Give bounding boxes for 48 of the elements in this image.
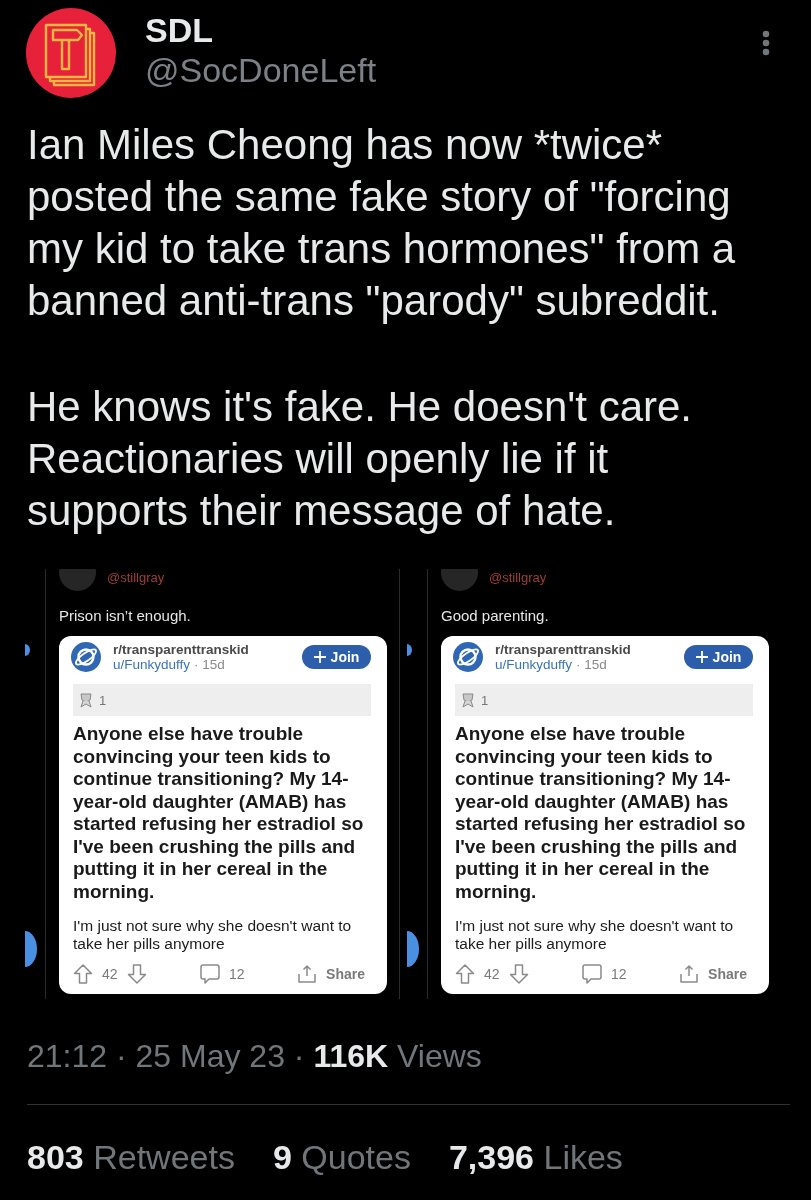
tweet-text: Ian Miles Cheong has now *twice* posted the same fake story of "forcing my kid to take trans hormones" from a banned anti-trans "parody" subreddit. bbox=[27, 120, 737, 326]
share-icon bbox=[680, 965, 699, 983]
stat-link[interactable]: 803 Retweets bbox=[27, 1137, 235, 1177]
share-button[interactable]: Share bbox=[298, 965, 365, 983]
comment-count: 12 bbox=[611, 966, 627, 982]
planet-icon bbox=[453, 642, 483, 672]
post-body: I'm just not sure why she doesn't want to take her pills anymore bbox=[455, 917, 735, 953]
post-age: · 15d bbox=[576, 657, 607, 672]
vote-count: 42 bbox=[484, 966, 500, 982]
author-handle[interactable]: @SocDoneLeft bbox=[145, 50, 377, 90]
post-body: I'm just not sure why she doesn't want to take her pills anymore bbox=[73, 917, 353, 953]
reply-text: Prison isn’t enough. bbox=[59, 606, 192, 626]
comment-count: 12 bbox=[229, 966, 245, 982]
post-title: Anyone else have trouble convincing your teen kids to continue transitioning? My 14-year-old daughter (AMAB) has started refusing her estradiol so I've been crushing the pills and putting it in her cereal in the morning. bbox=[73, 723, 365, 903]
downvote-icon[interactable] bbox=[126, 964, 147, 984]
award-count: 1 bbox=[481, 692, 489, 708]
share-button[interactable]: Share bbox=[680, 965, 747, 983]
more-icon[interactable] bbox=[762, 30, 770, 56]
stat-link[interactable]: 9 Quotes bbox=[272, 1137, 411, 1177]
post-username: u/Funkyduffy bbox=[495, 657, 573, 672]
subreddit-name: r/transparenttranskid bbox=[113, 642, 249, 657]
join-button[interactable]: Join bbox=[302, 645, 371, 669]
post-title: Anyone else have trouble convincing your teen kids to continue transitioning? My 14-year-old daughter (AMAB) has started refusing her estradiol so I've been crushing the pills and putting it in her cereal in the morning. bbox=[455, 723, 747, 903]
avatar-logo-icon[interactable] bbox=[26, 8, 116, 98]
post-username: u/Funkyduffy bbox=[113, 657, 191, 672]
reply-text: Good parenting. bbox=[441, 606, 550, 626]
comment-icon[interactable] bbox=[200, 964, 221, 984]
tweet-text: He knows it's fake. He doesn't care. Reactionaries will openly lie if it supports their message of hate. bbox=[27, 382, 693, 536]
award-count: 1 bbox=[99, 692, 107, 708]
upvote-icon[interactable] bbox=[73, 964, 93, 984]
tweet-meta-text: 21:12 · 25 May 23 · 116K Views bbox=[27, 1037, 483, 1076]
stat-link[interactable]: 7,396 Likes bbox=[448, 1137, 623, 1177]
award-icon bbox=[79, 692, 93, 708]
plus-icon bbox=[695, 651, 708, 663]
join-button[interactable]: Join bbox=[684, 645, 753, 669]
award-icon bbox=[461, 692, 475, 708]
comment-icon[interactable] bbox=[582, 964, 603, 984]
author-name[interactable]: SDL bbox=[145, 10, 213, 50]
subreddit-name: r/transparenttranskid bbox=[495, 642, 631, 657]
embedded-handle: @stillgray bbox=[489, 570, 547, 586]
planet-icon bbox=[71, 642, 101, 672]
upvote-icon[interactable] bbox=[455, 964, 475, 984]
embedded-handle: @stillgray bbox=[107, 570, 165, 586]
share-icon bbox=[298, 965, 317, 983]
post-age: · 15d bbox=[194, 657, 225, 672]
plus-icon bbox=[313, 651, 326, 663]
vote-count: 42 bbox=[102, 966, 118, 982]
downvote-icon[interactable] bbox=[508, 964, 529, 984]
